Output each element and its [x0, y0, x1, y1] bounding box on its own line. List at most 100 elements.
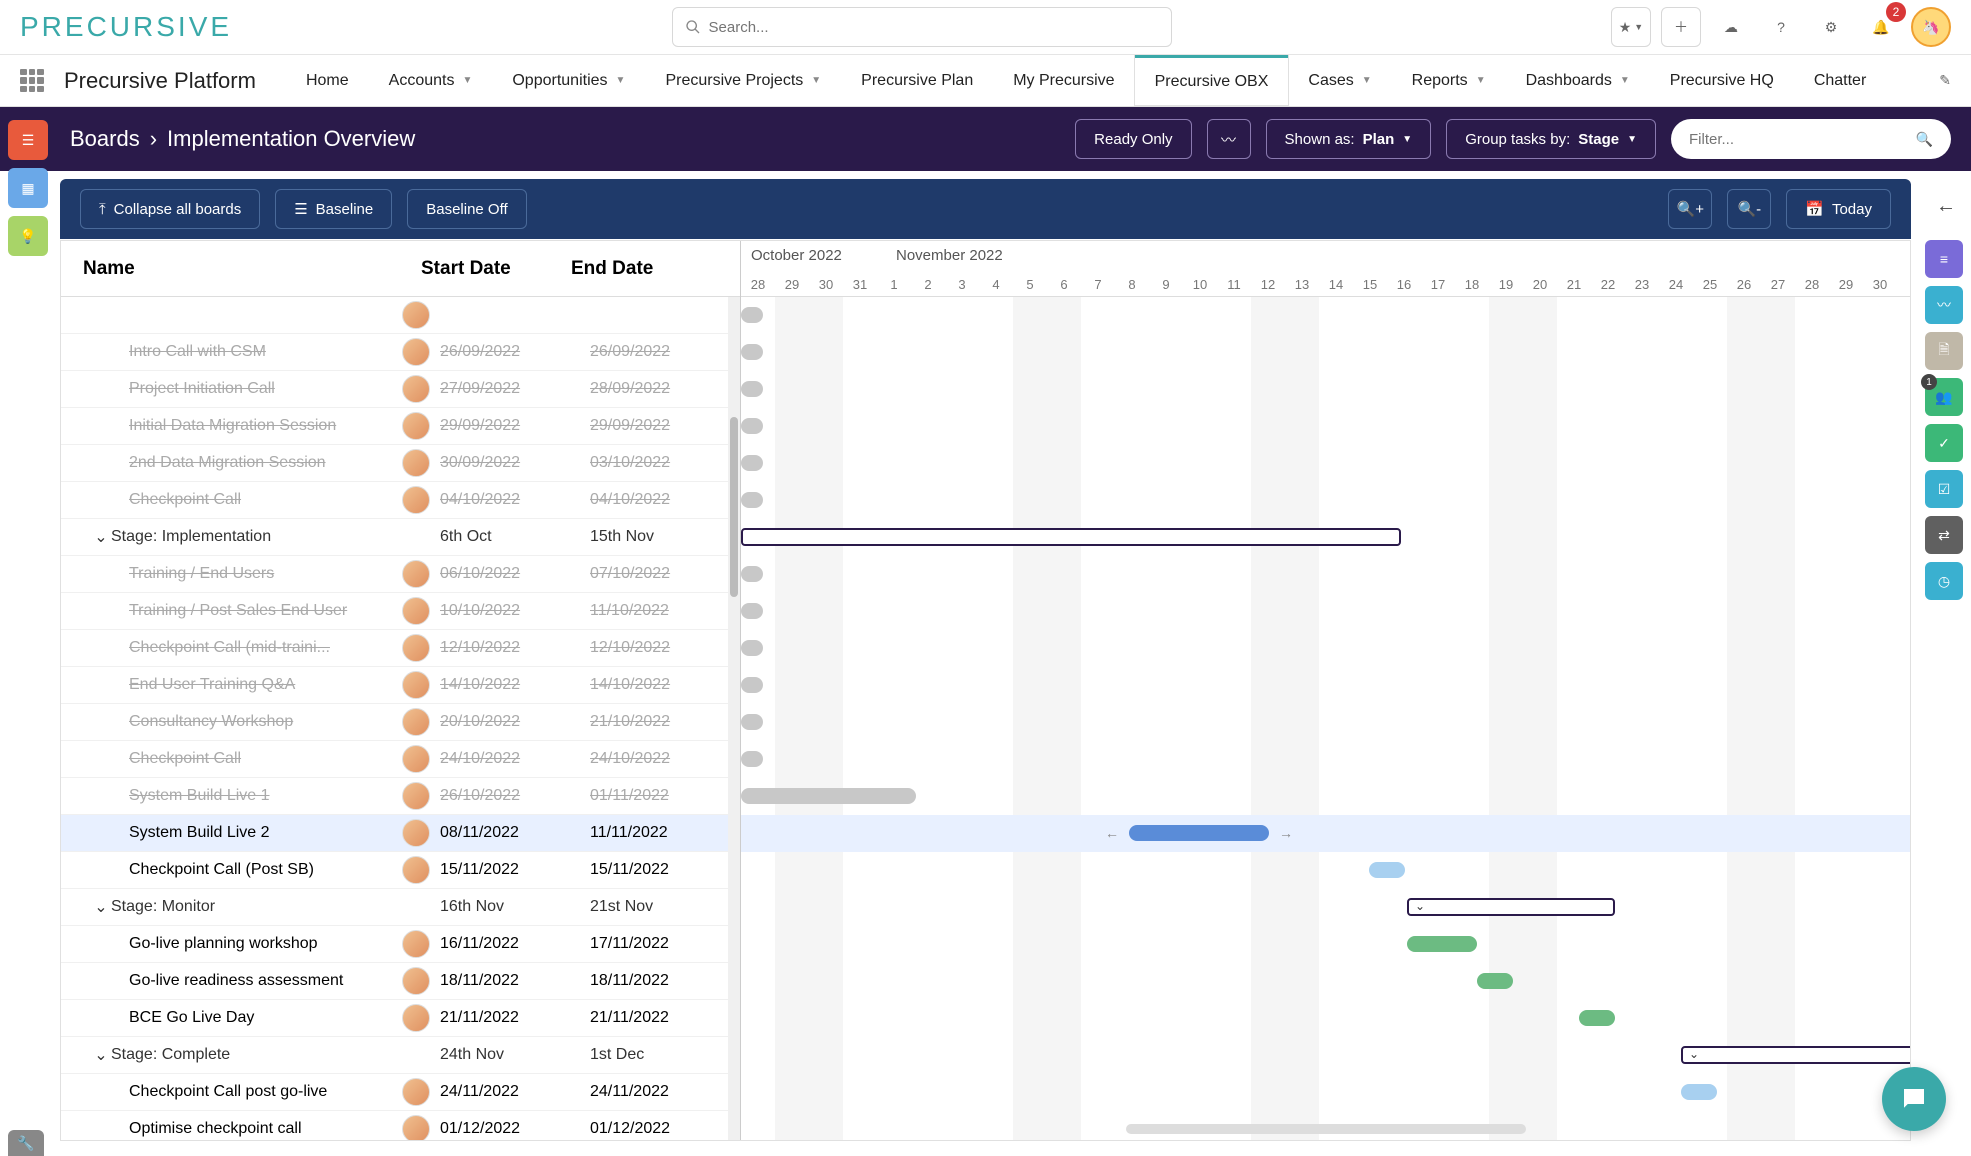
- assignee-avatar[interactable]: [402, 560, 430, 588]
- collapse-toggle[interactable]: ⌄: [91, 1045, 111, 1065]
- gantt-bar[interactable]: [741, 492, 763, 508]
- task-row[interactable]: 2nd Data Migration Session30/09/202203/1…: [61, 445, 740, 482]
- favorites-button[interactable]: ★▼: [1611, 7, 1651, 47]
- right-nav-activity-icon[interactable]: 〰: [1925, 286, 1963, 324]
- zoom-in-button[interactable]: 🔍+: [1668, 189, 1712, 229]
- right-nav-share-icon[interactable]: ⇄: [1925, 516, 1963, 554]
- gantt-bar[interactable]: [741, 788, 916, 804]
- right-nav-tasks-icon[interactable]: ☑: [1925, 470, 1963, 508]
- task-row[interactable]: Checkpoint Call post go-live24/11/202224…: [61, 1074, 740, 1111]
- collapse-panel-icon[interactable]: ←: [1936, 195, 1956, 218]
- gantt-bar[interactable]: [741, 640, 763, 656]
- assignee-avatar[interactable]: [402, 412, 430, 440]
- assignee-avatar[interactable]: [402, 375, 430, 403]
- gantt-bar[interactable]: ⌄: [1681, 1046, 1910, 1064]
- stage-row[interactable]: ⌄Stage: Complete24th Nov1st Dec: [61, 1037, 740, 1074]
- task-row[interactable]: Go-live readiness assessment18/11/202218…: [61, 963, 740, 1000]
- task-row[interactable]: Checkpoint Call24/10/202224/10/2022: [61, 741, 740, 778]
- breadcrumb-root[interactable]: Boards: [70, 126, 140, 152]
- admin-wrench-icon[interactable]: 🔧: [8, 1130, 44, 1156]
- gantt-bar[interactable]: [741, 566, 763, 582]
- assignee-avatar[interactable]: [402, 782, 430, 810]
- activity-button[interactable]: 〰: [1207, 119, 1251, 159]
- gantt-bar[interactable]: ←→: [1129, 825, 1269, 841]
- add-button[interactable]: ＋: [1661, 7, 1701, 47]
- assignee-avatar[interactable]: [402, 930, 430, 958]
- assignee-avatar[interactable]: [402, 1115, 430, 1140]
- gantt-bar[interactable]: [741, 603, 763, 619]
- assignee-avatar[interactable]: [402, 856, 430, 884]
- nav-tab-precursive-plan[interactable]: Precursive Plan: [841, 55, 993, 106]
- right-nav-team-icon[interactable]: 1👥: [1925, 378, 1963, 416]
- zoom-out-button[interactable]: 🔍-: [1727, 189, 1771, 229]
- search-input[interactable]: [709, 19, 1159, 36]
- baseline-off-button[interactable]: Baseline Off: [407, 189, 526, 229]
- notifications-icon[interactable]: 🔔2: [1861, 7, 1901, 47]
- left-nav-board-icon[interactable]: ▦: [8, 168, 48, 208]
- gantt-bar[interactable]: [1407, 936, 1477, 952]
- settings-icon[interactable]: ⚙: [1811, 7, 1851, 47]
- gantt-bar[interactable]: [1681, 1084, 1717, 1100]
- assignee-avatar[interactable]: [402, 634, 430, 662]
- vertical-scrollbar[interactable]: [728, 297, 740, 1140]
- task-row[interactable]: Checkpoint Call (Post SB)15/11/202215/11…: [61, 852, 740, 889]
- assignee-avatar[interactable]: [402, 597, 430, 625]
- nav-tab-precursive-obx[interactable]: Precursive OBX: [1135, 55, 1289, 106]
- assignee-avatar[interactable]: [402, 1004, 430, 1032]
- nav-tab-reports[interactable]: Reports▼: [1392, 55, 1506, 106]
- task-row[interactable]: Go-live planning workshop16/11/202217/11…: [61, 926, 740, 963]
- nav-tab-opportunities[interactable]: Opportunities▼: [492, 55, 645, 106]
- chat-fab[interactable]: [1882, 1067, 1946, 1131]
- global-search[interactable]: [672, 7, 1172, 47]
- gantt-bar[interactable]: [741, 677, 763, 693]
- gantt-bar[interactable]: [741, 455, 763, 471]
- salesforce-help-icon[interactable]: ☁: [1711, 7, 1751, 47]
- task-row[interactable]: Training / Post Sales End User10/10/2022…: [61, 593, 740, 630]
- nav-tab-home[interactable]: Home: [286, 55, 369, 106]
- task-row[interactable]: Consultancy Workshop20/10/202221/10/2022: [61, 704, 740, 741]
- task-row[interactable]: [61, 297, 740, 334]
- shown-as-dropdown[interactable]: Shown as: Plan▼: [1266, 119, 1432, 159]
- gantt-bar[interactable]: [1477, 973, 1513, 989]
- gantt-bar[interactable]: [1579, 1010, 1615, 1026]
- filter-input[interactable]: [1689, 131, 1916, 148]
- horizontal-scrollbar[interactable]: [1126, 1124, 1526, 1134]
- gantt-bar[interactable]: [741, 751, 763, 767]
- nav-tab-chatter[interactable]: Chatter: [1794, 55, 1886, 106]
- resize-left-icon[interactable]: ←: [1105, 825, 1119, 841]
- column-end-date[interactable]: End Date: [571, 258, 721, 280]
- nav-tab-my-precursive[interactable]: My Precursive: [993, 55, 1134, 106]
- collapse-toggle[interactable]: ⌄: [91, 527, 111, 547]
- right-nav-check-icon[interactable]: ✓: [1925, 424, 1963, 462]
- nav-tab-cases[interactable]: Cases▼: [1288, 55, 1391, 106]
- gantt-bar[interactable]: [741, 418, 763, 434]
- assignee-avatar[interactable]: [402, 338, 430, 366]
- left-nav-ideas-icon[interactable]: 💡: [8, 216, 48, 256]
- assignee-avatar[interactable]: [402, 671, 430, 699]
- today-button[interactable]: 📅Today: [1786, 189, 1891, 229]
- nav-tab-precursive-projects[interactable]: Precursive Projects▼: [645, 55, 841, 106]
- assignee-avatar[interactable]: [402, 449, 430, 477]
- gantt-bar[interactable]: [1369, 862, 1405, 878]
- task-row[interactable]: Initial Data Migration Session29/09/2022…: [61, 408, 740, 445]
- stage-row[interactable]: ⌄Stage: Implementation6th Oct15th Nov: [61, 519, 740, 556]
- baseline-button[interactable]: ☰Baseline: [275, 189, 392, 229]
- assignee-avatar[interactable]: [402, 708, 430, 736]
- column-name[interactable]: Name: [61, 258, 421, 280]
- task-row[interactable]: Training / End Users06/10/202207/10/2022: [61, 556, 740, 593]
- resize-right-icon[interactable]: →: [1279, 825, 1293, 841]
- task-row[interactable]: BCE Go Live Day21/11/202221/11/2022: [61, 1000, 740, 1037]
- gantt-bar[interactable]: [741, 381, 763, 397]
- nav-tab-accounts[interactable]: Accounts▼: [369, 55, 493, 106]
- assignee-avatar[interactable]: [402, 1078, 430, 1106]
- gantt-bar[interactable]: [741, 528, 1401, 546]
- task-row[interactable]: Optimise checkpoint call01/12/202201/12/…: [61, 1111, 740, 1140]
- help-icon[interactable]: ?: [1761, 7, 1801, 47]
- ready-only-button[interactable]: Ready Only: [1075, 119, 1191, 159]
- edit-nav-icon[interactable]: ✎: [1939, 72, 1951, 89]
- task-row[interactable]: End User Training Q&A14/10/202214/10/202…: [61, 667, 740, 704]
- right-nav-details-icon[interactable]: ≡: [1925, 240, 1963, 278]
- assignee-avatar[interactable]: [402, 486, 430, 514]
- task-row[interactable]: System Build Live 208/11/202211/11/2022: [61, 815, 740, 852]
- filter-input-wrap[interactable]: 🔍: [1671, 119, 1951, 159]
